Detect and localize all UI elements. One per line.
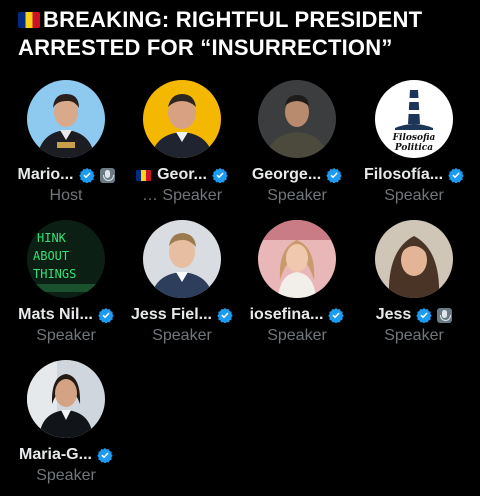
speaker-name-row: Filosofía... [354,164,474,186]
avatar-text-line-2: Politica [394,143,433,153]
verified-badge-icon [448,168,464,183]
verified-badge-icon [326,168,342,183]
verified-badge-icon [78,168,95,183]
speaker-name: Geor... [157,166,207,183]
speaker-name: Filosofía... [363,166,444,183]
avatar [258,220,336,298]
avatar: Filosofia Politica [375,80,453,158]
avatar-text-line-3: THINGS [33,267,76,281]
verified-badge-icon [97,448,113,463]
speaker-role: Host [49,187,83,204]
speaker-role: Speaker [267,187,327,204]
avatar [143,80,221,158]
speaker-card[interactable]: Geor... … Speaker [122,80,242,206]
romania-flag-icon [136,169,152,181]
speaker-name: Jess [375,306,412,323]
speaker-name-row: iosefina... [237,304,357,326]
avatar [27,360,105,438]
avatar [27,80,105,158]
speaker-name: Maria-G... [19,446,92,463]
verified-badge-icon [98,308,114,323]
avatar [375,220,453,298]
speaker-role: … Speaker [122,186,242,206]
mic-icon [99,167,115,183]
role-prefix: … [141,187,163,204]
speaker-name-row: Jess Fiel... [122,304,242,326]
role-text: Speaker [162,187,223,204]
speaker-role: Speaker [152,327,212,344]
speaker-role: Speaker [384,327,444,344]
avatar [143,220,221,298]
speaker-card[interactable]: Maria-G... Speaker [6,360,126,486]
speaker-name-row: Mats Nil... [6,304,126,326]
speaker-card[interactable]: George... Speaker [237,80,357,206]
verified-badge-icon [217,308,233,323]
speaker-role: Speaker [384,187,444,204]
speaker-name-row: Jess [354,304,474,326]
avatar-text-line-1: HINK [37,231,67,245]
speaker-card[interactable]: HINK ABOUT THINGS Mats Nil... Speaker [6,220,126,346]
avatar-text-line-1: Filosofia [392,133,436,143]
speaker-name-row: Mario... [6,164,126,186]
speaker-card[interactable]: Filosofia Politica Filosofía... Speaker [354,80,474,206]
speaker-role: Speaker [36,467,96,484]
mic-icon [437,307,453,323]
speaker-role: Speaker [267,327,327,344]
verified-badge-icon [328,308,345,323]
speaker-name-row: Geor... [122,164,242,186]
speaker-role: Speaker [36,327,96,344]
verified-badge-icon [416,308,433,323]
speaker-name-row: George... [237,164,357,186]
speaker-card[interactable]: iosefina... Speaker [237,220,357,346]
avatar: HINK ABOUT THINGS [27,220,105,298]
avatar [258,80,336,158]
verified-badge-icon [212,168,228,183]
speaker-card[interactable]: Jess Speaker [354,220,474,346]
speaker-name: Mario... [17,166,74,183]
speaker-name-row: Maria-G... [6,444,126,466]
avatar-text-line-2: ABOUT [33,249,69,263]
speaker-name: Jess Fiel... [131,306,212,323]
speaker-name: iosefina... [249,306,324,323]
speaker-name: Mats Nil... [18,306,93,323]
speaker-card[interactable]: Jess Fiel... Speaker [122,220,242,346]
speaker-name: George... [251,166,322,183]
speaker-card-host[interactable]: Mario... Host [6,80,126,206]
speaker-grid: Mario... Host Geor... … Speaker George..… [0,0,480,496]
